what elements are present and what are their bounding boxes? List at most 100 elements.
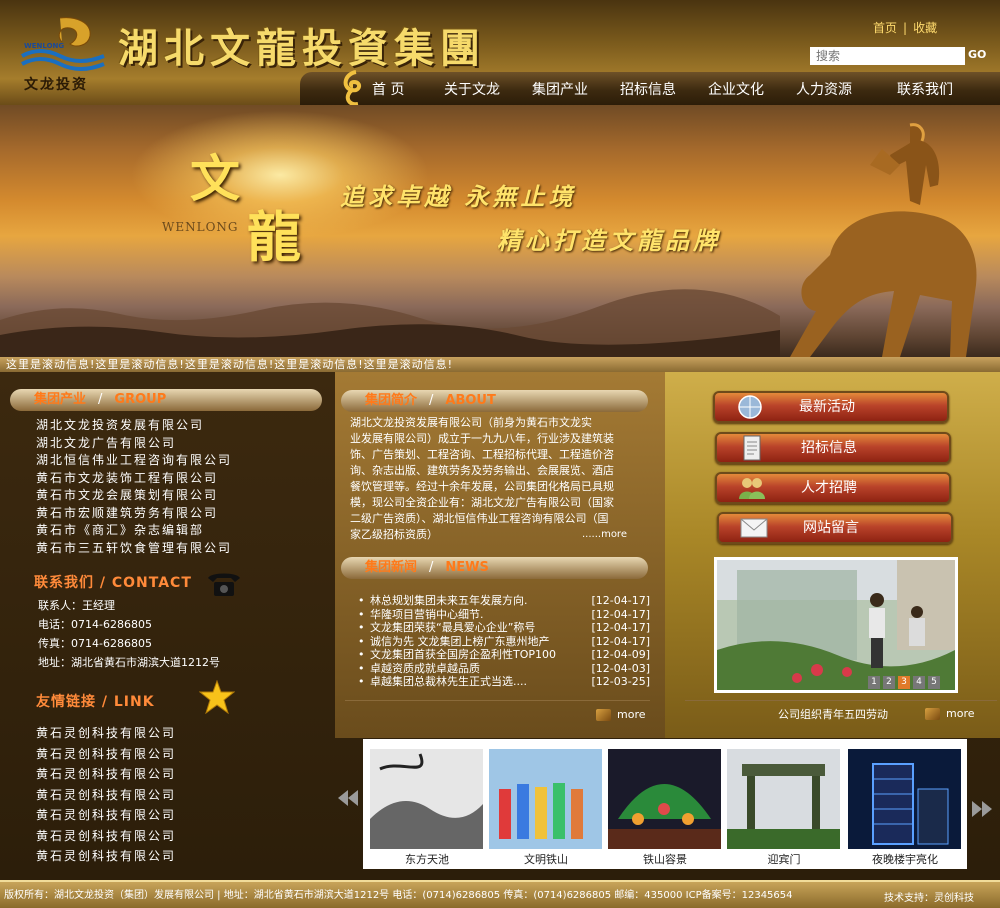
news-item[interactable]: • 华隆项目营销中心细节. [12-04-17] <box>358 608 650 622</box>
search-input[interactable] <box>810 47 965 65</box>
news-item[interactable]: • 文龙集团首获全国房企盈利性TOP100 [12-04-09] <box>358 648 650 662</box>
gallery-thumb[interactable] <box>727 749 840 849</box>
news-title[interactable]: 文龙集团首获全国房企盈利性TOP100 <box>370 648 556 662</box>
photo-frame[interactable] <box>714 557 958 693</box>
gallery-thumb[interactable] <box>848 749 961 849</box>
nav-industry[interactable]: 集团产业 <box>532 79 588 99</box>
more-arrow-icon <box>596 709 611 721</box>
news-title-cn: 集团新闻 <box>365 560 418 575</box>
news-title[interactable]: 林总规划集团未来五年发展方向. <box>370 594 528 608</box>
news-title-sep: / <box>429 560 434 575</box>
ticker[interactable]: 这里是滚动信息!这里是滚动信息!这里是滚动信息!这里是滚动信息!这里是滚动信息! <box>0 357 1000 372</box>
news-more-button[interactable]: more <box>596 708 646 724</box>
news-divider <box>345 700 650 701</box>
contact-address: 地址：湖北省黄石市湖滨大道1212号 <box>38 656 220 669</box>
photo-page-active[interactable]: 3 <box>898 676 910 689</box>
message-label: 网站留言 <box>803 520 859 536</box>
group-item[interactable]: 黄石市文龙装饰工程有限公司 <box>36 470 326 488</box>
group-item[interactable]: 黄石市文龙会展策划有限公司 <box>36 487 326 505</box>
news-item[interactable]: • 卓越资质成就卓越品质 [12-04-03] <box>358 662 650 676</box>
top-links-divider: | <box>903 21 908 35</box>
hills-image <box>0 289 780 357</box>
nav-culture[interactable]: 企业文化 <box>708 79 764 99</box>
contact-info: 联系人：王经理 电话：0714-6286805 传真：0714-6286805 … <box>38 596 328 672</box>
nav-hr[interactable]: 人力资源 <box>796 79 852 99</box>
links-title: 友情链接 / LINK <box>36 694 155 710</box>
photo-page[interactable]: 4 <box>913 676 925 689</box>
home-link[interactable]: 首页 <box>873 21 897 35</box>
news-bullet: • <box>358 621 365 634</box>
group-header: 集团产业 / GROUP <box>10 389 322 411</box>
friend-link[interactable]: 黄石灵创科技有限公司 <box>36 846 236 867</box>
friend-link[interactable]: 黄石灵创科技有限公司 <box>36 764 236 785</box>
group-list: 湖北文龙投资发展有限公司 湖北文龙广告有限公司 湖北恒信伟业工程咨询有限公司 黄… <box>36 417 326 557</box>
bidding-button[interactable]: 招标信息 <box>715 432 951 464</box>
group-item[interactable]: 黄石市《商汇》杂志编辑部 <box>36 522 326 540</box>
top-links: 首页 | 收藏 <box>870 19 940 36</box>
news-date: [12-04-17] <box>591 594 650 607</box>
news-date: [12-04-03] <box>591 661 650 675</box>
gallery-prev-icon[interactable] <box>336 788 360 808</box>
news-title[interactable]: 文龙集团荣获“最具爱心企业”称号 <box>370 621 535 635</box>
group-item[interactable]: 黄石市三五轩饮食管理有限公司 <box>36 540 326 558</box>
news-title[interactable]: 诚信为先 文龙集团上榜广东惠州地产 <box>370 635 550 649</box>
about-title-cn: 集团简介 <box>365 393 418 408</box>
friend-link[interactable]: 黄石灵创科技有限公司 <box>36 744 236 765</box>
globe-icon <box>738 395 762 419</box>
photo-page[interactable]: 5 <box>928 676 940 689</box>
news-date: [12-04-09] <box>591 648 650 661</box>
about-line: 询、杂志出版、建筑劳务及劳务输出、会展展览、酒店 <box>350 464 614 477</box>
nav-contact[interactable]: 联系我们 <box>897 79 953 99</box>
friend-link[interactable]: 黄石灵创科技有限公司 <box>36 826 236 847</box>
about-line: 模，现公司全资企业有：湖北文龙广告有限公司（国家 <box>350 496 614 509</box>
group-item[interactable]: 湖北恒信伟业工程咨询有限公司 <box>36 452 326 470</box>
news-date: [12-03-25] <box>591 675 650 688</box>
news-item[interactable]: • 文龙集团荣获“最具爱心企业”称号 [12-04-17] <box>358 621 650 635</box>
search-go-button[interactable]: GO <box>968 48 986 61</box>
favorite-link[interactable]: 收藏 <box>913 21 937 35</box>
about-line: 业发展有限公司）成立于一九九八年，行业涉及建筑装 <box>350 432 614 445</box>
friend-link[interactable]: 黄石灵创科技有限公司 <box>36 723 236 744</box>
links-list: 黄石灵创科技有限公司 黄石灵创科技有限公司 黄石灵创科技有限公司 黄石灵创科技有… <box>36 723 236 867</box>
friend-link[interactable]: 黄石灵创科技有限公司 <box>36 805 236 826</box>
logo-dragon-icon[interactable]: WENLONG <box>20 14 106 74</box>
nav-about[interactable]: 关于文龙 <box>444 79 500 99</box>
news-title[interactable]: 卓越资质成就卓越品质 <box>370 662 480 676</box>
news-bullet: • <box>358 648 365 661</box>
gallery-thumb[interactable] <box>489 749 602 849</box>
group-item[interactable]: 黄石市宏顺建筑劳务有限公司 <box>36 505 326 523</box>
gallery-thumb[interactable] <box>370 749 483 849</box>
group-item[interactable]: 湖北文龙广告有限公司 <box>36 435 326 453</box>
nav-home[interactable]: 首 页 <box>372 79 404 99</box>
about-title-sep: / <box>429 393 434 408</box>
group-item[interactable]: 湖北文龙投资发展有限公司 <box>36 417 326 435</box>
news-more-label: more <box>617 708 646 721</box>
news-title[interactable]: 卓越集团总裁林先生正式当选.... <box>370 675 527 689</box>
news-date: [12-04-17] <box>591 621 650 634</box>
recruit-button[interactable]: 人才招聘 <box>715 472 951 504</box>
group-title-cn: 集团产业 <box>34 392 87 407</box>
news-item[interactable]: • 诚信为先 文龙集团上榜广东惠州地产 [12-04-17] <box>358 635 650 649</box>
about-more-link[interactable]: ......more <box>582 529 627 540</box>
site-title: 湖北文龍投資集團 <box>118 25 486 72</box>
friend-link[interactable]: 黄石灵创科技有限公司 <box>36 785 236 806</box>
contact-person: 联系人：王经理 <box>38 599 115 612</box>
gallery-caption: 夜晚楼宇亮化 <box>872 853 938 866</box>
photo-page[interactable]: 2 <box>883 676 895 689</box>
footer-tech-support[interactable]: 技术支持：灵创科技 <box>884 889 974 904</box>
gallery-next-icon[interactable] <box>970 799 994 819</box>
gallery-caption: 文明铁山 <box>524 853 568 866</box>
latest-activity-button[interactable]: 最新活动 <box>713 391 949 423</box>
nav-bidding[interactable]: 招标信息 <box>620 79 676 99</box>
group-title-sep: / <box>98 392 103 407</box>
photo-page[interactable]: 1 <box>868 676 880 689</box>
contact-phone: 电话：0714-6286805 <box>38 618 152 631</box>
photo-more-button[interactable]: more <box>925 707 975 723</box>
news-title[interactable]: 华隆项目营销中心细节. <box>370 608 484 622</box>
document-icon <box>743 435 761 461</box>
news-item[interactable]: • 卓越集团总裁林先生正式当选.... [12-03-25] <box>358 675 650 689</box>
news-item[interactable]: • 林总规划集团未来五年发展方向. [12-04-17] <box>358 594 650 608</box>
message-button[interactable]: 网站留言 <box>717 512 953 544</box>
group-title-en: GROUP <box>114 392 167 407</box>
gallery-thumb[interactable] <box>608 749 721 849</box>
